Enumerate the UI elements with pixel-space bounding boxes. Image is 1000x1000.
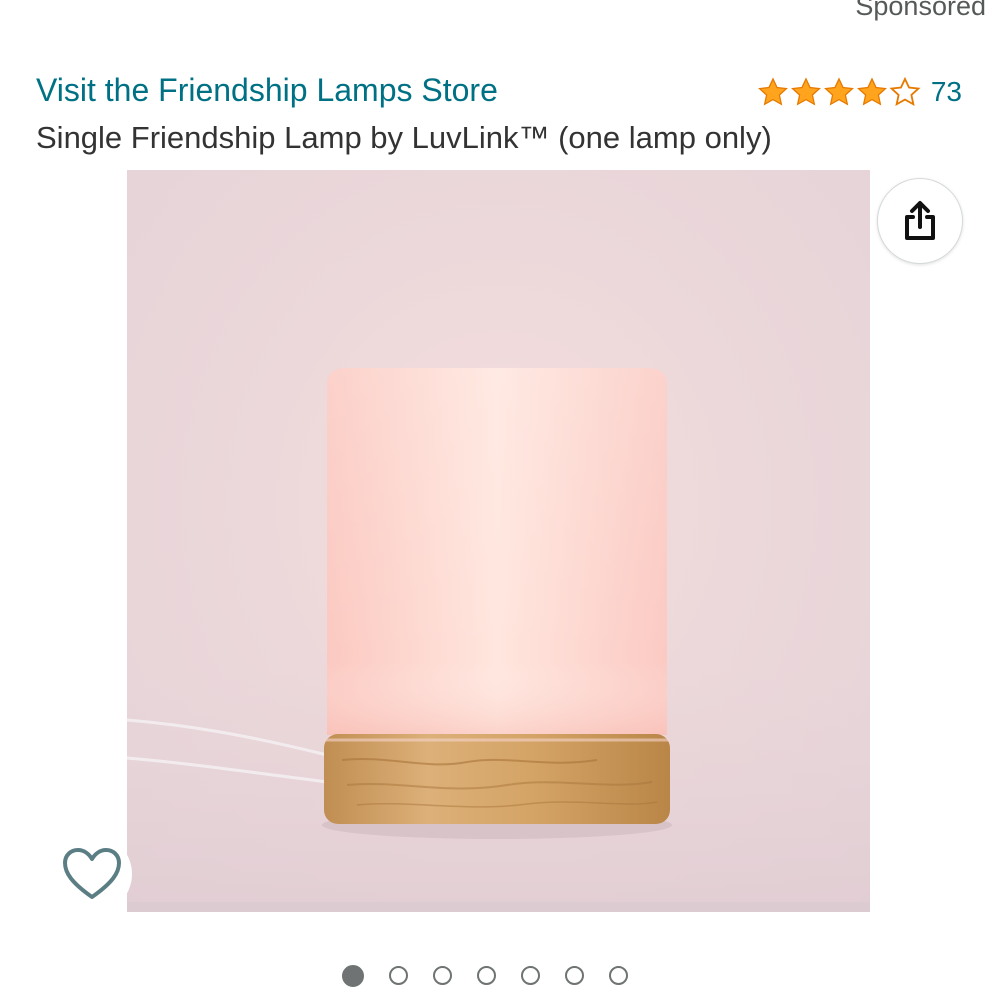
carousel-dot-7[interactable] [609, 966, 628, 985]
image-carousel-indicator[interactable] [342, 965, 628, 987]
carousel-dot-1[interactable] [342, 965, 364, 987]
star-icon [790, 77, 821, 106]
product-title: Single Friendship Lamp by LuvLink™ (one … [36, 120, 772, 155]
share-button[interactable] [877, 178, 963, 264]
heart-icon [63, 848, 121, 899]
share-icon [905, 201, 935, 240]
sponsored-label: Sponsored [855, 0, 986, 21]
carousel-dot-2[interactable] [389, 966, 408, 985]
star-rating[interactable] [757, 77, 921, 107]
carousel-dot-5[interactable] [521, 966, 540, 985]
carousel-dot-4[interactable] [477, 966, 496, 985]
store-link[interactable]: Visit the Friendship Lamps Store [36, 70, 498, 110]
star-icon [823, 77, 854, 106]
carousel-dot-6[interactable] [565, 966, 584, 985]
wishlist-button[interactable] [52, 834, 132, 914]
product-image[interactable] [127, 170, 870, 912]
star-icon [856, 77, 887, 106]
review-count[interactable]: 73 [931, 74, 962, 110]
carousel-dot-3[interactable] [433, 966, 452, 985]
star-icon [757, 77, 788, 106]
lamp-photo [127, 368, 870, 912]
rating-summary[interactable]: 73 [757, 74, 962, 110]
product-page: Sponsored Visit the Friendship Lamps Sto… [0, 0, 1000, 1000]
star-outline-icon [889, 77, 921, 107]
